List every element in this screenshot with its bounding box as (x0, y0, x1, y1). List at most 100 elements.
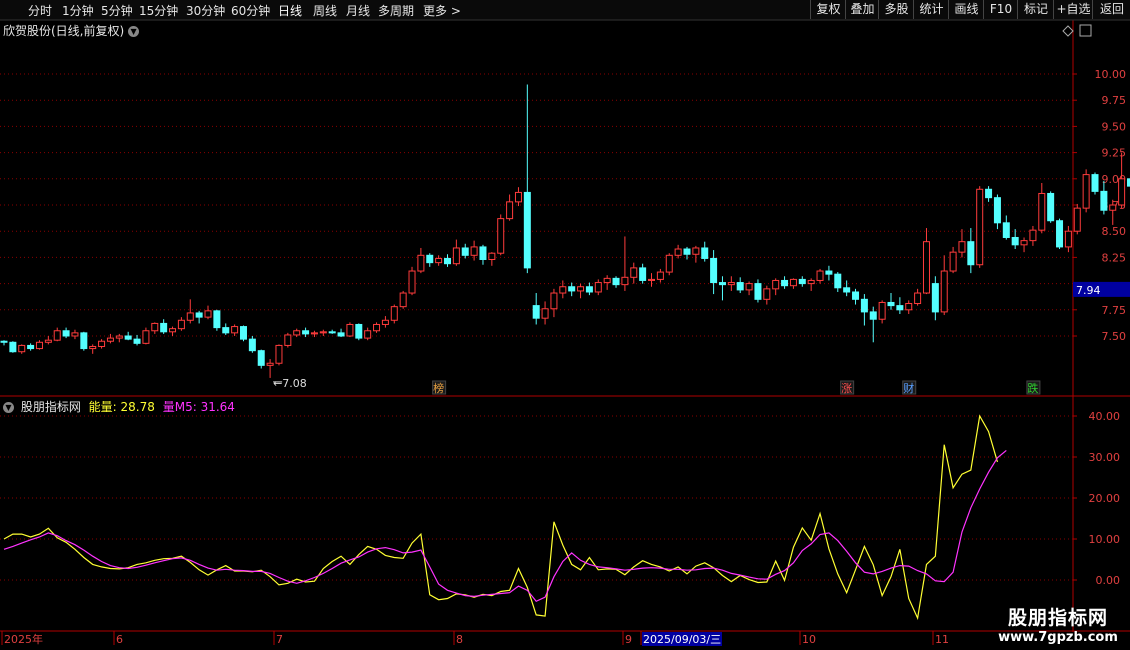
indicator-line-energy (3, 414, 999, 621)
candle (568, 282, 576, 297)
time-axis-label: 6 (116, 633, 123, 646)
candle (497, 214, 505, 256)
candle (914, 288, 922, 306)
candle (665, 253, 673, 276)
event-marker-2: 财 (903, 381, 914, 395)
low-price-label: ←7.08 (273, 377, 307, 390)
candle (1038, 182, 1046, 234)
candle (648, 273, 656, 287)
candle (9, 341, 17, 353)
candle (1020, 237, 1028, 253)
candle (239, 325, 247, 342)
candle (869, 306, 877, 343)
price-tick-label: 9.50 (1102, 120, 1127, 133)
candle (532, 293, 540, 325)
candle (967, 228, 975, 274)
indicator-tick-label: 20.00 (1089, 492, 1121, 505)
candle (727, 276, 735, 291)
candle (1002, 215, 1010, 240)
candle (160, 319, 168, 334)
candle (408, 266, 416, 296)
candle (328, 329, 336, 334)
candle (302, 327, 310, 338)
time-axis-label: 11 (935, 633, 949, 646)
candle (993, 194, 1001, 230)
candle (1118, 152, 1126, 209)
chevron-down-icon[interactable]: ▼ (3, 402, 14, 413)
stock-title-text: 欣贺股份(日线,前复权) (3, 24, 125, 38)
candle (319, 329, 327, 336)
candle (630, 262, 638, 284)
candle (958, 229, 966, 258)
candle (399, 290, 407, 309)
candle (0, 340, 8, 346)
candle (452, 239, 460, 266)
candle (1056, 218, 1064, 250)
candle (639, 263, 647, 284)
energy-value-label: 能量: 28.78 (88, 400, 155, 414)
time-axis-label: 2025年 (4, 632, 43, 646)
candle (674, 244, 682, 259)
stock-title[interactable]: 欣贺股份(日线,前复权) ▼ (3, 22, 142, 39)
candle (204, 305, 212, 320)
price-tick-label: 8.25 (1102, 251, 1127, 264)
candle (514, 187, 522, 207)
candle (701, 241, 709, 262)
event-marker-1: 涨 (841, 382, 852, 395)
indicator-tick-label: 10.00 (1089, 533, 1121, 546)
candle (798, 276, 806, 287)
candle (1082, 169, 1090, 213)
candle (985, 186, 993, 202)
candle (35, 340, 43, 350)
candle (1011, 229, 1019, 250)
chart-canvas[interactable]: 10.009.759.509.259.008.758.508.257.757.5… (0, 0, 1130, 650)
candle (44, 336, 52, 345)
candle (71, 329, 79, 340)
indicator-name: 股朋指标网 (20, 400, 81, 414)
candle (293, 328, 301, 338)
candle (98, 339, 106, 349)
candle (1064, 225, 1072, 253)
event-marker-3: 跌 (1027, 381, 1038, 395)
candle (754, 279, 762, 303)
chevron-down-icon[interactable]: ▼ (128, 26, 140, 37)
candle (426, 253, 434, 267)
candle (852, 288, 860, 305)
candle (27, 343, 35, 351)
ma5-value-label: 量M5: 31.64 (162, 400, 235, 414)
candle (231, 324, 239, 336)
candle (177, 317, 185, 331)
candle (142, 327, 150, 345)
candle (435, 255, 443, 266)
watermark-url: www.7gpzb.com (998, 630, 1118, 645)
candle (506, 194, 514, 221)
candle (1091, 172, 1099, 195)
candle (878, 300, 886, 324)
watermark-name: 股朋指标网 (1007, 607, 1108, 629)
time-axis-label: 10 (802, 633, 816, 646)
candle (710, 250, 718, 295)
candle (656, 268, 664, 283)
price-tick-label: 8.50 (1102, 225, 1127, 238)
candle (896, 297, 904, 314)
candle (905, 300, 913, 314)
candle (417, 247, 425, 274)
candle (390, 304, 398, 324)
candle (843, 280, 851, 297)
candle (124, 331, 132, 341)
event-marker-0: 榜 (433, 381, 444, 395)
candle (550, 288, 558, 318)
price-tick-label: 9.25 (1102, 147, 1127, 160)
time-axis-label: 2025/09/03/三 (643, 633, 721, 646)
candle (222, 323, 230, 335)
candle (89, 344, 97, 354)
candle (887, 293, 895, 310)
candle (789, 278, 797, 289)
time-axis-label: 9 (625, 633, 632, 646)
indicator-title[interactable]: ▼ 股朋指标网 能量: 28.78 量M5: 31.64 (3, 398, 235, 415)
candle (523, 84, 531, 274)
candle (115, 333, 123, 343)
indicator-tick-label: 30.00 (1089, 451, 1121, 464)
candle (355, 323, 363, 341)
candle (825, 265, 833, 281)
